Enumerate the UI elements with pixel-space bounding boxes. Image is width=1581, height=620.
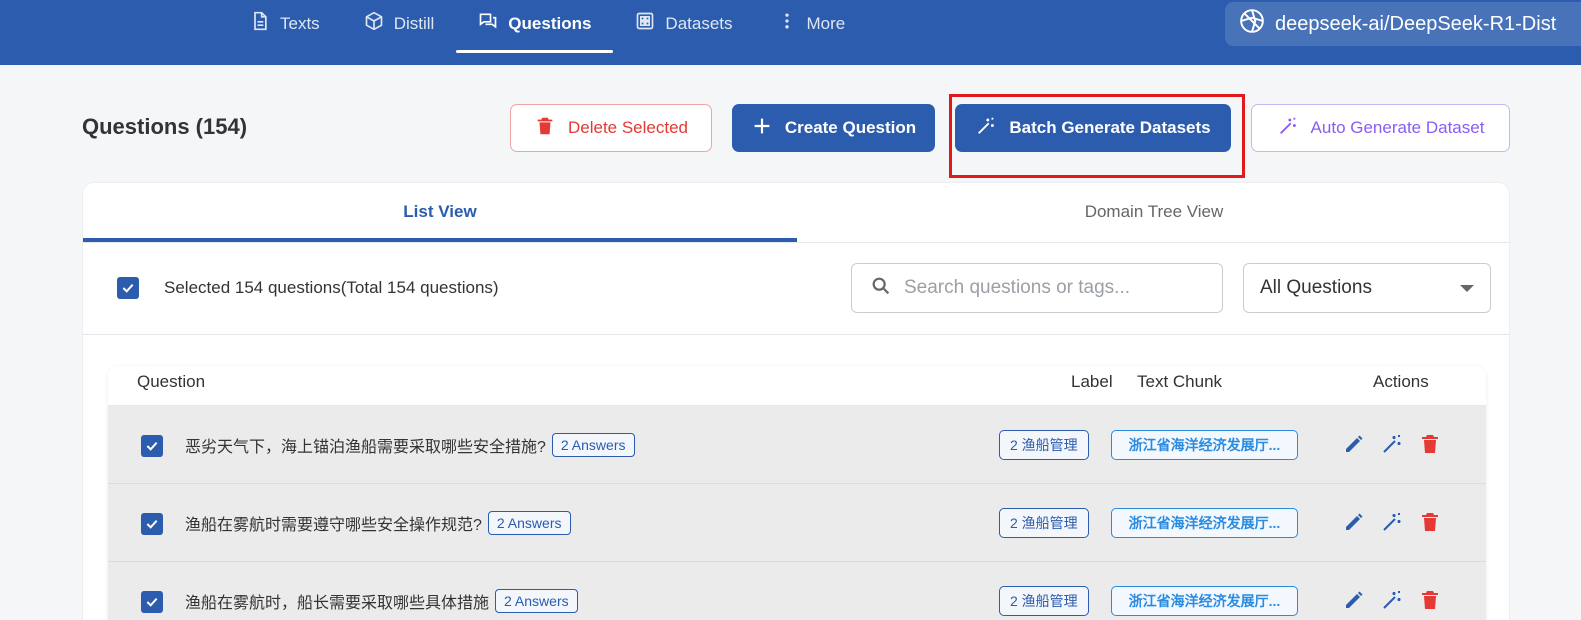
tab-domain-tree-view[interactable]: Domain Tree View: [797, 183, 1509, 241]
nav-distill[interactable]: Distill: [342, 0, 457, 47]
question-filter-select[interactable]: All Questions: [1243, 263, 1491, 313]
row-actions: [1342, 432, 1442, 461]
auto-generate-label: Auto Generate Dataset: [1310, 118, 1485, 137]
nav-questions-label: Questions: [508, 13, 592, 33]
magic-wand-icon[interactable]: [1380, 510, 1404, 539]
question-text[interactable]: 渔船在雾航时需要遵守哪些安全操作规范? 2 Answers: [185, 511, 571, 535]
highlight-box: [949, 94, 1245, 178]
search-icon: [870, 275, 892, 302]
question-text[interactable]: 恶劣天气下，海上锚泊渔船需要采取哪些安全措施? 2 Answers: [185, 433, 635, 457]
list-toolbar: Selected 154 questions(Total 154 questio…: [83, 243, 1509, 335]
tab-list-view[interactable]: List View: [83, 183, 797, 241]
label-chip[interactable]: 2 渔船管理: [999, 430, 1089, 460]
filter-value: All Questions: [1260, 277, 1372, 298]
row-actions: [1342, 588, 1442, 617]
auto-generate-dataset-button[interactable]: Auto Generate Dataset: [1251, 104, 1510, 152]
page-title: Questions (154): [82, 114, 248, 139]
search-input[interactable]: [904, 277, 1204, 299]
view-tabs: List View Domain Tree View: [83, 183, 1509, 243]
nav-more[interactable]: More: [755, 0, 868, 47]
column-actions: Actions: [1373, 372, 1429, 391]
row-checkbox[interactable]: [141, 591, 163, 613]
delete-selected-button[interactable]: Delete Selected: [510, 104, 712, 152]
row-actions: [1342, 510, 1442, 539]
model-name: deepseek-ai/DeepSeek-R1-Dist: [1275, 12, 1557, 35]
nav-texts[interactable]: Texts: [228, 0, 342, 47]
question-content: 渔船在雾航时，船长需要采取哪些具体措施: [185, 595, 490, 612]
magic-wand-icon: [1277, 115, 1299, 142]
text-chunk-chip[interactable]: 浙江省海洋经济发展厅...: [1111, 586, 1298, 616]
table-header: Question Label Text Chunk Actions: [108, 366, 1486, 406]
delete-icon[interactable]: [1418, 588, 1442, 617]
questions-card: List View Domain Tree View Selected 154 …: [82, 182, 1510, 620]
cube-icon: [364, 11, 384, 36]
search-box: [851, 263, 1223, 313]
table-row: 渔船在雾航时需要遵守哪些安全操作规范? 2 Answers 2 渔船管理 浙江省…: [108, 484, 1486, 562]
chevron-down-icon: [1460, 285, 1474, 292]
delete-icon[interactable]: [1418, 432, 1442, 461]
question-content: 恶劣天气下，海上锚泊渔船需要采取哪些安全措施?: [185, 439, 546, 456]
nav-datasets-label: Datasets: [665, 13, 733, 33]
question-text[interactable]: 渔船在雾航时，船长需要采取哪些具体措施 2 Answers: [185, 589, 578, 613]
edit-icon[interactable]: [1342, 588, 1366, 617]
answers-badge[interactable]: 2 Answers: [495, 589, 578, 613]
table-row: 恶劣天气下，海上锚泊渔船需要采取哪些安全措施? 2 Answers 2 渔船管理…: [108, 406, 1486, 484]
select-all-checkbox[interactable]: [117, 277, 139, 299]
magic-wand-icon[interactable]: [1380, 588, 1404, 617]
trash-icon: [534, 115, 556, 142]
create-question-label: Create Question: [784, 118, 917, 137]
grid-icon: [635, 11, 655, 36]
selection-summary: Selected 154 questions(Total 154 questio…: [164, 278, 499, 297]
document-icon: [250, 11, 270, 36]
create-question-button[interactable]: Create Question: [732, 104, 935, 152]
nav-texts-label: Texts: [280, 13, 320, 33]
row-checkbox[interactable]: [141, 513, 163, 535]
label-chip[interactable]: 2 渔船管理: [999, 586, 1089, 616]
nav-more-label: More: [806, 13, 846, 33]
row-checkbox[interactable]: [141, 435, 163, 457]
text-chunk-chip[interactable]: 浙江省海洋经济发展厅...: [1111, 508, 1298, 538]
question-content: 渔船在雾航时需要遵守哪些安全操作规范?: [185, 517, 482, 534]
more-vertical-icon: [777, 11, 797, 36]
answers-badge[interactable]: 2 Answers: [551, 433, 635, 457]
main-nav: Texts Distill Questions Datasets More: [228, 0, 867, 54]
edit-icon[interactable]: [1342, 510, 1366, 539]
magic-wand-icon[interactable]: [1380, 432, 1404, 461]
model-selector[interactable]: deepseek-ai/DeepSeek-R1-Dist: [1225, 2, 1581, 46]
nav-distill-label: Distill: [393, 13, 435, 33]
column-label: Label: [1071, 372, 1113, 391]
column-question: Question: [137, 372, 206, 391]
plus-icon: [751, 115, 773, 142]
answers-badge[interactable]: 2 Answers: [487, 511, 571, 535]
nav-datasets[interactable]: Datasets: [613, 0, 754, 47]
table-row: 渔船在雾航时，船长需要采取哪些具体措施 2 Answers 2 渔船管理 浙江省…: [108, 562, 1486, 620]
delete-selected-label: Delete Selected: [567, 118, 689, 137]
chat-icon: [478, 11, 498, 36]
active-tab-indicator: [83, 238, 797, 242]
delete-icon[interactable]: [1418, 510, 1442, 539]
edit-icon[interactable]: [1342, 432, 1366, 461]
questions-table: Question Label Text Chunk Actions 恶劣天气下，…: [108, 366, 1486, 620]
model-logo-icon: [1239, 8, 1265, 40]
text-chunk-chip[interactable]: 浙江省海洋经济发展厅...: [1111, 430, 1298, 460]
label-chip[interactable]: 2 渔船管理: [999, 508, 1089, 538]
top-bar: Texts Distill Questions Datasets More de…: [0, 0, 1581, 65]
nav-questions[interactable]: Questions: [456, 0, 614, 53]
column-text-chunk: Text Chunk: [1137, 372, 1223, 391]
